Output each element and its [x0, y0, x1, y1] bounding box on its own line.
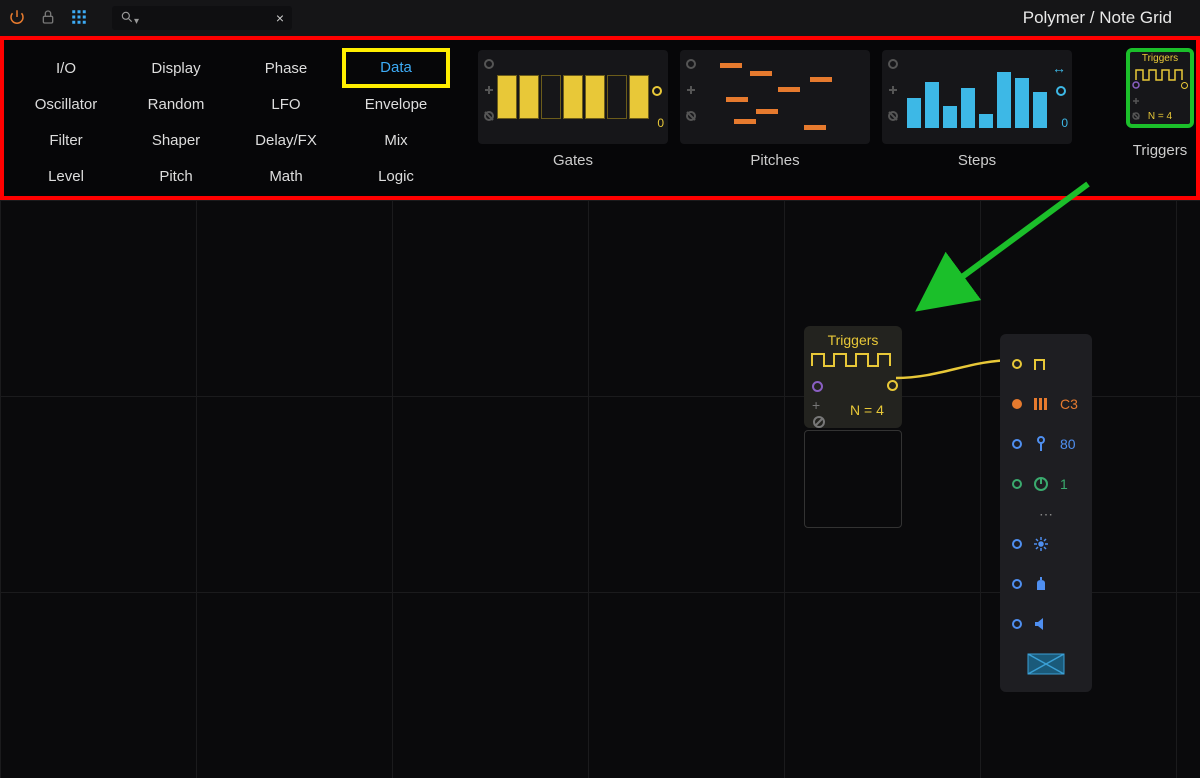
- category-logic[interactable]: Logic: [344, 158, 448, 194]
- strip-pan[interactable]: [1000, 604, 1092, 644]
- category-io[interactable]: I/O: [14, 50, 118, 86]
- module-pitches-label: Pitches: [750, 148, 799, 169]
- module-steps-preview: ↔ 0: [882, 50, 1072, 144]
- strip-timbre[interactable]: [1000, 564, 1092, 604]
- category-shaper[interactable]: Shaper: [124, 122, 228, 158]
- velocity-icon: [1032, 436, 1050, 452]
- category-mix[interactable]: Mix: [344, 122, 448, 158]
- strip-gate[interactable]: [1000, 344, 1092, 384]
- timbre-icon: [1032, 576, 1050, 592]
- module-steps[interactable]: ↔ 0 Steps: [882, 50, 1072, 169]
- strip-velocity[interactable]: 80: [1000, 424, 1092, 464]
- strip-pitch-value: C3: [1060, 396, 1078, 412]
- node-triggers-count: N = 4: [850, 402, 884, 418]
- power-icon[interactable]: [8, 8, 26, 29]
- port-gate-output[interactable]: [887, 378, 898, 394]
- device-title: Polymer / Note Grid: [1023, 8, 1192, 28]
- gain-icon: [1032, 476, 1050, 492]
- strip-gain[interactable]: 1: [1000, 464, 1092, 504]
- port-phase-input[interactable]: [812, 379, 896, 395]
- category-display[interactable]: Display: [124, 50, 228, 86]
- module-gates-preview: 0: [478, 50, 668, 144]
- empty-grid-slot[interactable]: [804, 430, 902, 528]
- module-steps-label: Steps: [958, 148, 996, 169]
- strip-pressure[interactable]: [1000, 524, 1092, 564]
- category-grid: I/O Display Phase Data Oscillator Random…: [4, 40, 458, 196]
- strip-more-icon: ⋯: [1000, 504, 1092, 524]
- category-level[interactable]: Level: [14, 158, 118, 194]
- category-data[interactable]: Data: [344, 50, 448, 86]
- strip-mute[interactable]: [1000, 644, 1092, 684]
- category-delay-fx[interactable]: Delay/FX: [234, 122, 338, 158]
- module-list: 0 Gates Pitches: [458, 40, 1196, 196]
- strip-gain-value: 1: [1060, 476, 1068, 492]
- pressure-icon: [1032, 536, 1050, 552]
- category-random[interactable]: Random: [124, 86, 228, 122]
- search-icon: ▾: [120, 10, 139, 27]
- topbar: ▾ × Polymer / Note Grid: [0, 0, 1200, 36]
- category-pitch[interactable]: Pitch: [124, 158, 228, 194]
- category-phase[interactable]: Phase: [234, 50, 338, 86]
- module-gates-label: Gates: [553, 148, 593, 169]
- category-math[interactable]: Math: [234, 158, 338, 194]
- module-triggers-preview: Triggers N = 4: [1128, 50, 1192, 126]
- gate-icon: [1032, 355, 1050, 373]
- category-oscillator[interactable]: Oscillator: [14, 86, 118, 122]
- module-pitches-preview: [680, 50, 870, 144]
- grid-icon[interactable]: [70, 8, 88, 29]
- category-lfo[interactable]: LFO: [234, 86, 338, 122]
- pitch-icon: [1032, 396, 1050, 412]
- mute-icon: [1027, 653, 1065, 675]
- node-triggers[interactable]: Triggers + N = 4: [804, 326, 902, 428]
- module-triggers[interactable]: Triggers N = 4 Triggers: [1128, 50, 1192, 159]
- speaker-icon: [1032, 616, 1050, 632]
- lock-icon[interactable]: [40, 9, 56, 28]
- strip-velocity-value: 80: [1060, 436, 1076, 452]
- module-gates[interactable]: 0 Gates: [478, 50, 668, 169]
- strip-pitch[interactable]: C3: [1000, 384, 1092, 424]
- node-triggers-title: Triggers: [810, 332, 896, 348]
- category-envelope[interactable]: Envelope: [344, 86, 448, 122]
- note-output-strip: C3 80 1 ⋯: [1000, 334, 1092, 692]
- module-pitches[interactable]: Pitches: [680, 50, 870, 169]
- search-input[interactable]: ▾ ×: [112, 6, 292, 30]
- category-filter[interactable]: Filter: [14, 122, 118, 158]
- module-triggers-label: Triggers: [1133, 130, 1187, 159]
- module-browser: I/O Display Phase Data Oscillator Random…: [0, 36, 1200, 200]
- search-clear-icon[interactable]: ×: [276, 10, 284, 26]
